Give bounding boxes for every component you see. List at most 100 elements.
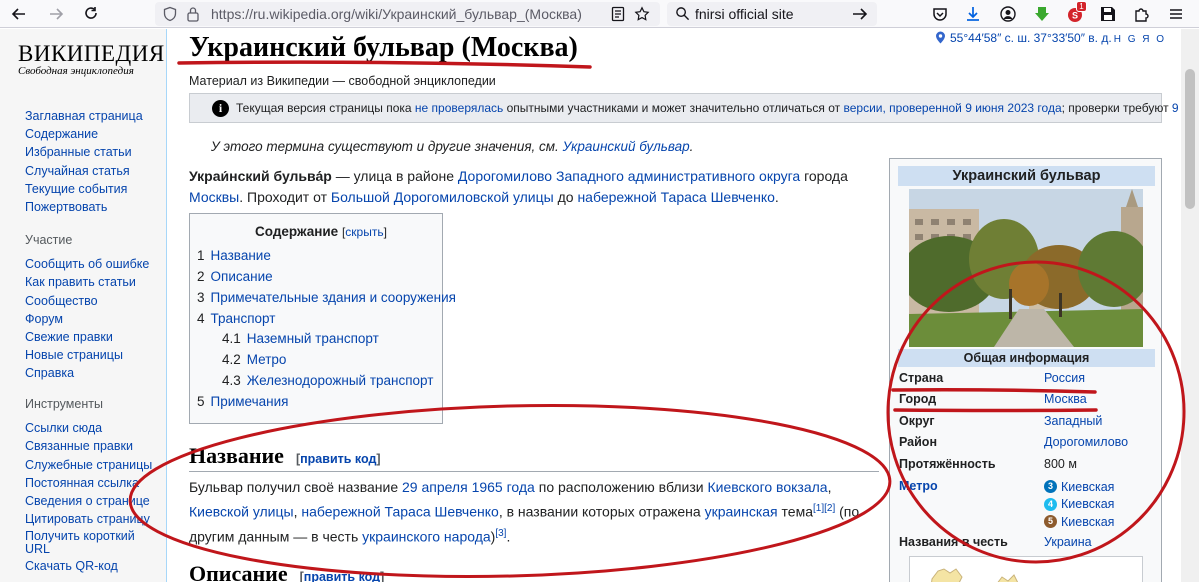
nav-how-to-edit[interactable]: Как править статьи [25, 273, 149, 291]
toc-link[interactable]: Примечания [211, 394, 289, 409]
nav-page-info[interactable]: Сведения о странице [25, 492, 152, 510]
back-button[interactable] [8, 3, 30, 25]
nav-featured[interactable]: Избранные статьи [25, 143, 143, 161]
save-page-button[interactable] [1097, 3, 1119, 25]
link-ukrainian[interactable]: украинская [705, 504, 778, 520]
shield-icon[interactable] [162, 6, 178, 22]
toc-item[interactable]: 2 Описание [197, 269, 273, 284]
infobox-key: Город [899, 392, 937, 406]
infobox-value-link[interactable]: Россия [1044, 371, 1085, 385]
nav-help[interactable]: Справка [25, 364, 149, 382]
toc-item[interactable]: 1 Название [197, 248, 271, 263]
coordinates-link[interactable]: 55°44′58″ с. ш. 37°33′50″ в. д. [950, 31, 1112, 45]
infobox-value-link[interactable]: Москва [1044, 392, 1087, 406]
toc-item[interactable]: 3 Примечательные здания и сооружения [197, 290, 456, 305]
link-shevchenko-embankment[interactable]: набережной Тараса Шевченко [577, 189, 774, 205]
search-bar[interactable]: fnirsi official site [667, 2, 877, 26]
nav-related-changes[interactable]: Связанные правки [25, 437, 152, 455]
toc-link[interactable]: Метро [247, 352, 287, 367]
nav-what-links-here[interactable]: Ссылки сюда [25, 419, 152, 437]
nav-permanent-link[interactable]: Постоянная ссылка [25, 474, 152, 492]
nav-contents[interactable]: Содержание [25, 125, 143, 143]
link-date[interactable]: 29 апреля 1965 года [402, 479, 535, 495]
nav-main-page[interactable]: Заглавная страница [25, 107, 143, 125]
nav-random[interactable]: Случайная статья [25, 162, 143, 180]
nav-recent-changes[interactable]: Свежие правки [25, 328, 149, 346]
infobox-key-link[interactable]: Метро [899, 479, 938, 493]
disambiguation-link[interactable]: Украинский бульвар [563, 139, 690, 154]
edit-section-link[interactable]: править код [300, 452, 376, 466]
forward-button[interactable] [45, 3, 67, 25]
street-photo[interactable] [909, 189, 1143, 347]
reference-link[interactable]: [1] [813, 503, 824, 514]
url-text[interactable]: https://ru.wikipedia.org/wiki/Украинский… [211, 6, 582, 22]
link-western-district[interactable]: Западного административного округа [556, 168, 800, 184]
reader-view-icon[interactable] [610, 6, 626, 22]
toc-link[interactable]: Транспорт [211, 311, 276, 326]
nav-new-pages[interactable]: Новые страницы [25, 346, 149, 364]
metro-station-link[interactable]: Киевская [1061, 515, 1114, 529]
toc-item[interactable]: 4 Транспорт [197, 311, 275, 326]
infobox-value-link[interactable]: Украина [1044, 535, 1092, 549]
metro-station[interactable]: 3 Киевская [1044, 478, 1114, 496]
page-scrollbar[interactable] [1181, 29, 1199, 582]
link-dorogomilovo[interactable]: Дорогомилово [458, 168, 552, 184]
toc-link[interactable]: Описание [211, 269, 273, 284]
link-shevchenko-embankment[interactable]: набережной Тараса Шевченко [301, 504, 498, 520]
reference-link[interactable]: [2] [824, 503, 835, 514]
extension-red-button[interactable]: S 1 [1064, 1, 1087, 25]
nav-qr-code[interactable]: Скачать QR-код [25, 557, 152, 575]
link-kiev-station[interactable]: Киевского вокзала [707, 479, 827, 495]
nav-report-error[interactable]: Сообщить об ошибке [25, 255, 149, 273]
link-bolshaya-dorogomilovskaya[interactable]: Большой Дорогомиловской улицы [331, 189, 554, 205]
edit-section-link[interactable]: править код [304, 570, 380, 582]
toc-link[interactable]: Название [211, 248, 271, 263]
lock-icon[interactable] [186, 6, 200, 22]
nav-forum[interactable]: Форум [25, 310, 149, 328]
toc-link[interactable]: Примечательные здания и сооружения [211, 290, 456, 305]
toc-link[interactable]: Наземный транспорт [247, 331, 379, 346]
nav-current-events[interactable]: Текущие события [25, 180, 143, 198]
map-service-links[interactable]: H G Я O [1114, 34, 1166, 45]
infobox-value-link[interactable]: Западный [1044, 414, 1102, 428]
nav-short-url[interactable]: Получить короткий URL [25, 530, 135, 556]
toc-item[interactable]: 5 Примечания [197, 394, 288, 409]
hamburger-menu-icon [1170, 9, 1182, 19]
not-reviewed-link[interactable]: не проверялась [415, 101, 503, 115]
go-arrow-icon[interactable] [852, 7, 868, 21]
article-content: Украинский бульвар (Москва) 55°44′58″ с.… [166, 29, 1199, 582]
link-ukrainian-people[interactable]: украинского народа [362, 528, 491, 544]
toc-item[interactable]: 4.3 Железнодорожный транспорт [222, 373, 433, 388]
search-query[interactable]: fnirsi official site [695, 6, 794, 22]
downloads-button[interactable] [962, 3, 984, 25]
reviewed-version-link[interactable]: версии, проверенной 9 июня 2023 года [843, 101, 1061, 115]
toc-hide-link[interactable]: скрыть [345, 225, 383, 239]
extension-green-button[interactable] [1031, 3, 1053, 25]
infobox-value-link[interactable]: Дорогомилово [1044, 435, 1128, 449]
toc-item[interactable]: 4.2 Метро [222, 352, 286, 367]
map-thumbnail-image [931, 568, 1019, 582]
scrollbar-thumb[interactable] [1185, 69, 1195, 209]
bookmark-star-icon[interactable] [634, 6, 650, 22]
metro-station[interactable]: 5 Киевская [1044, 513, 1114, 531]
metro-station-link[interactable]: Киевская [1061, 480, 1114, 494]
account-button[interactable] [997, 3, 1019, 25]
nav-cite-page[interactable]: Цитировать страницу [25, 510, 152, 528]
address-bar[interactable]: https://ru.wikipedia.org/wiki/Украинский… [155, 2, 660, 26]
metro-station-link[interactable]: Киевская [1061, 497, 1114, 511]
nav-donate[interactable]: Пожертвовать [25, 198, 143, 216]
infobox-map[interactable] [909, 556, 1143, 582]
reload-button[interactable] [80, 3, 102, 25]
reference-link[interactable]: [3] [495, 528, 506, 539]
metro-station[interactable]: 4 Киевская [1044, 496, 1114, 514]
pocket-button[interactable] [929, 3, 951, 25]
nav-community[interactable]: Сообщество [25, 292, 149, 310]
wikipedia-logo[interactable]: Википедия Свободная энциклопедия [18, 41, 164, 77]
extensions-button[interactable] [1131, 3, 1153, 25]
link-kiev-street[interactable]: Киевской улицы [189, 504, 294, 520]
nav-special-pages[interactable]: Служебные страницы [25, 456, 152, 474]
toc-link[interactable]: Железнодорожный транспорт [247, 373, 434, 388]
link-moscow[interactable]: Москвы [189, 189, 239, 205]
menu-button[interactable] [1165, 3, 1187, 25]
toc-item[interactable]: 4.1 Наземный транспорт [222, 331, 379, 346]
